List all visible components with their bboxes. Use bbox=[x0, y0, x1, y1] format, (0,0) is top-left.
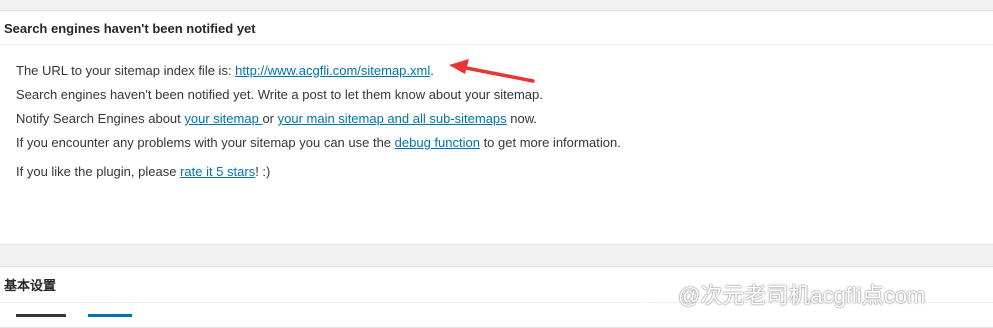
notify-line: Notify Search Engines about your sitemap… bbox=[16, 107, 993, 131]
debug-function-link[interactable]: debug function bbox=[395, 135, 480, 150]
debug-line: If you encounter any problems with your … bbox=[16, 131, 993, 155]
sitemap-url-suffix: . bbox=[430, 63, 434, 78]
watermark-text: @次元老司机acgfli点com bbox=[678, 283, 926, 308]
notify-suffix: now. bbox=[506, 111, 538, 126]
rate-plugin-link[interactable]: rate it 5 stars bbox=[180, 164, 255, 179]
notify-prefix: Notify Search Engines about bbox=[16, 111, 185, 126]
not-notified-line: Search engines haven't been notified yet… bbox=[16, 87, 543, 102]
debug-suffix: to get more information. bbox=[479, 135, 621, 150]
notify-or: or bbox=[262, 111, 278, 126]
sitemap-status-panel: Search engines haven't been notified yet… bbox=[0, 10, 993, 245]
rate-suffix: ! :) bbox=[255, 164, 271, 179]
watermark: @次元老司机acgfli点com bbox=[640, 278, 925, 310]
red-arrow-annotation bbox=[449, 59, 535, 83]
sitemap-url-link[interactable]: http://www.acgfli.com/sitemap.xml bbox=[235, 63, 430, 78]
panel-title: Search engines haven't been notified yet bbox=[0, 11, 993, 45]
your-sitemap-link[interactable]: your sitemap bbox=[184, 111, 262, 126]
cropped-settings-row bbox=[16, 310, 132, 325]
weibo-icon bbox=[641, 284, 673, 307]
rate-line: If you like the plugin, please rate it 5… bbox=[16, 160, 993, 184]
rate-prefix: If you like the plugin, please bbox=[16, 164, 181, 179]
debug-prefix: If you encounter any problems with your … bbox=[16, 135, 395, 150]
sitemap-url-prefix: The URL to your sitemap index file is: bbox=[16, 63, 236, 78]
main-sitemap-link[interactable]: your main sitemap and all sub-sitemaps bbox=[278, 111, 507, 126]
